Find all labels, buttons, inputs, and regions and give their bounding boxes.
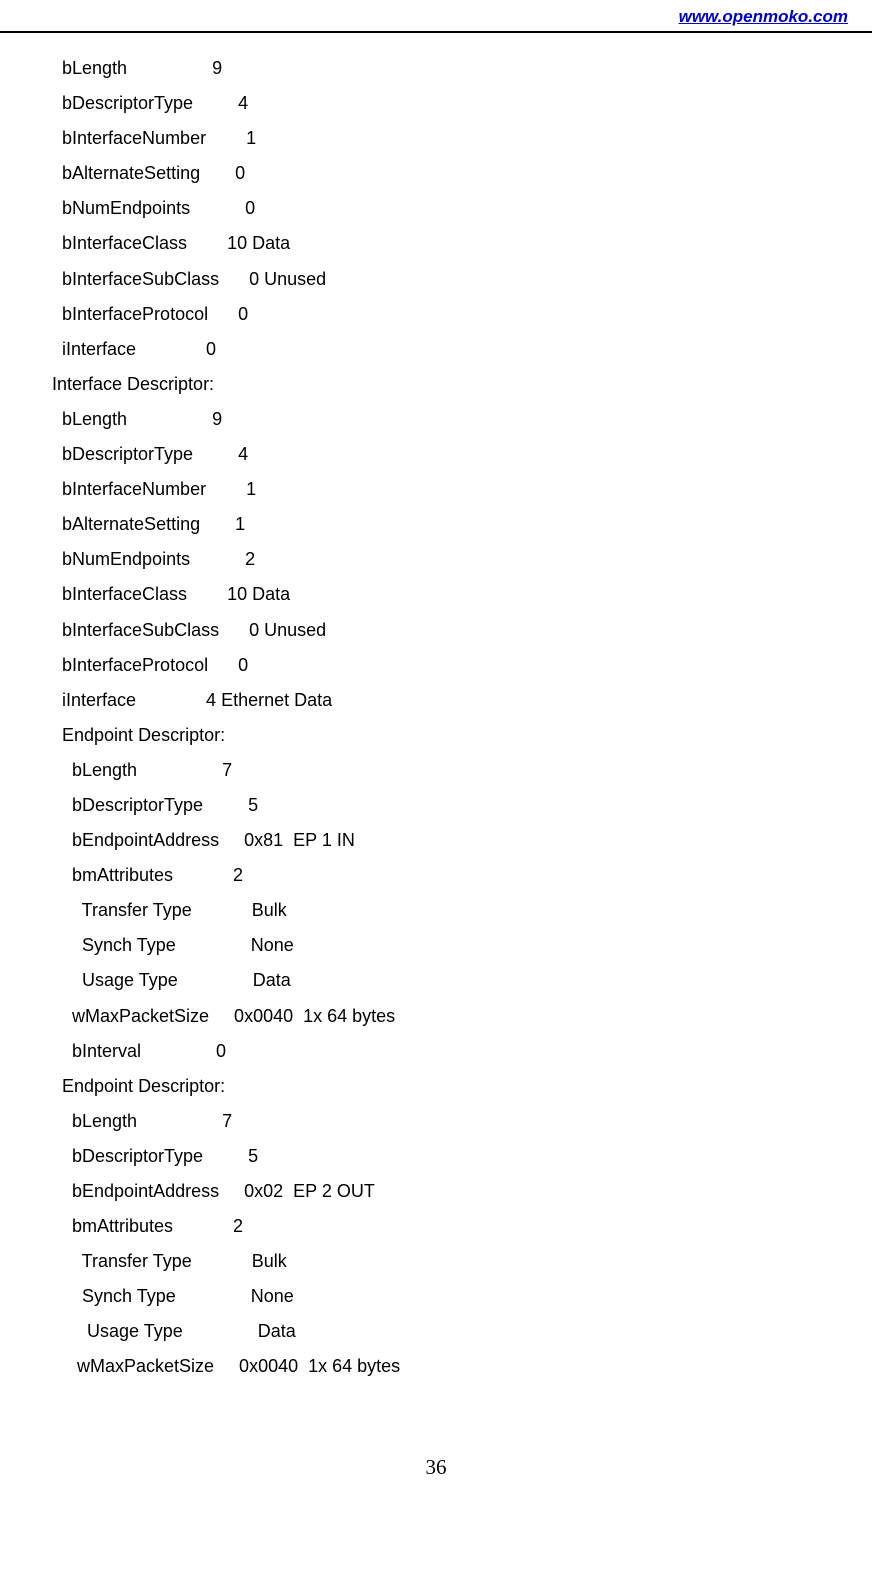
descriptor-line: iInterface 0 <box>52 332 872 367</box>
descriptor-line: bmAttributes 2 <box>52 858 872 893</box>
descriptor-line: bAlternateSetting 0 <box>52 156 872 191</box>
descriptor-content: bLength 9 bDescriptorType 4 bInterfaceNu… <box>0 51 872 1385</box>
descriptor-line: bLength 9 <box>52 402 872 437</box>
descriptor-line: bNumEndpoints 0 <box>52 191 872 226</box>
header-divider <box>0 31 872 33</box>
descriptor-line: Interface Descriptor: <box>52 367 872 402</box>
descriptor-line: bInterfaceSubClass 0 Unused <box>52 613 872 648</box>
descriptor-line: bInterfaceNumber 1 <box>52 472 872 507</box>
descriptor-line: bDescriptorType 4 <box>52 437 872 472</box>
descriptor-line: bEndpointAddress 0x81 EP 1 IN <box>52 823 872 858</box>
descriptor-line: bInterfaceSubClass 0 Unused <box>52 262 872 297</box>
descriptor-line: iInterface 4 Ethernet Data <box>52 683 872 718</box>
descriptor-line: Endpoint Descriptor: <box>52 1069 872 1104</box>
descriptor-line: bDescriptorType 5 <box>52 788 872 823</box>
header: www.openmoko.com <box>0 0 872 31</box>
descriptor-line: Transfer Type Bulk <box>52 893 872 928</box>
descriptor-line: bInterfaceProtocol 0 <box>52 648 872 683</box>
descriptor-line: Transfer Type Bulk <box>52 1244 872 1279</box>
descriptor-line: bLength 9 <box>52 51 872 86</box>
page-number: 36 <box>0 1455 872 1500</box>
descriptor-line: bDescriptorType 4 <box>52 86 872 121</box>
descriptor-line: wMaxPacketSize 0x0040 1x 64 bytes <box>52 1349 872 1384</box>
descriptor-line: wMaxPacketSize 0x0040 1x 64 bytes <box>52 999 872 1034</box>
descriptor-line: bInterval 0 <box>52 1034 872 1069</box>
descriptor-line: bAlternateSetting 1 <box>52 507 872 542</box>
descriptor-line: Synch Type None <box>52 1279 872 1314</box>
header-link[interactable]: www.openmoko.com <box>679 7 848 26</box>
descriptor-line: bInterfaceNumber 1 <box>52 121 872 156</box>
descriptor-line: bLength 7 <box>52 1104 872 1139</box>
descriptor-line: bNumEndpoints 2 <box>52 542 872 577</box>
descriptor-line: bLength 7 <box>52 753 872 788</box>
descriptor-line: bmAttributes 2 <box>52 1209 872 1244</box>
descriptor-line: Usage Type Data <box>52 1314 872 1349</box>
descriptor-line: bInterfaceClass 10 Data <box>52 226 872 261</box>
descriptor-line: Endpoint Descriptor: <box>52 718 872 753</box>
descriptor-line: bInterfaceProtocol 0 <box>52 297 872 332</box>
descriptor-line: Usage Type Data <box>52 963 872 998</box>
descriptor-line: bEndpointAddress 0x02 EP 2 OUT <box>52 1174 872 1209</box>
descriptor-line: Synch Type None <box>52 928 872 963</box>
descriptor-line: bInterfaceClass 10 Data <box>52 577 872 612</box>
descriptor-line: bDescriptorType 5 <box>52 1139 872 1174</box>
